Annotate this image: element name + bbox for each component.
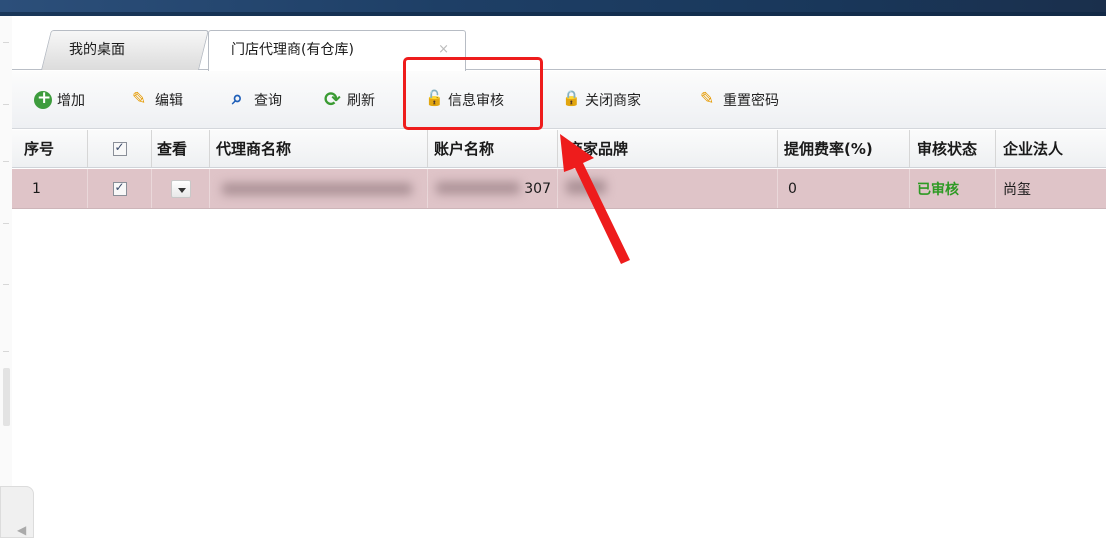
- search-button[interactable]: 查询: [231, 87, 282, 111]
- chevron-down-icon: [170, 179, 191, 198]
- window-title-bar: [0, 0, 1106, 16]
- select-all-checkbox[interactable]: [88, 130, 152, 167]
- col-agent-name: 代理商名称: [210, 130, 428, 167]
- col-audit-status: 审核状态: [910, 130, 996, 167]
- edit-button[interactable]: 编辑: [132, 89, 183, 111]
- annotation-highlight-box: [403, 57, 543, 130]
- checkbox: [112, 180, 127, 196]
- left-side-panel: ◀: [0, 16, 34, 538]
- tab-my-desktop[interactable]: 我的桌面: [41, 30, 209, 70]
- refresh-icon: [324, 87, 342, 111]
- col-brand: 商家品牌: [558, 130, 778, 167]
- add-button[interactable]: 增加: [34, 88, 85, 111]
- tab-label: 门店代理商(有仓库): [231, 42, 354, 58]
- checkbox: [112, 140, 127, 156]
- row-index: 1: [12, 169, 88, 208]
- pencil-icon: [700, 89, 718, 109]
- search-label: 查询: [254, 93, 282, 109]
- reset-password-label: 重置密码: [723, 93, 779, 109]
- add-label: 增加: [57, 93, 85, 109]
- redaction-blur: [436, 182, 520, 194]
- pencil-icon: [132, 89, 150, 109]
- chevron-left-icon: ◀: [17, 523, 27, 537]
- audit-status-cell: 已审核: [910, 169, 996, 208]
- legal-person-cell: 尚玺: [1003, 181, 1031, 198]
- search-icon: [231, 87, 249, 109]
- col-view: 查看: [152, 130, 210, 167]
- refresh-button[interactable]: 刷新: [324, 87, 375, 111]
- col-index: 序号: [12, 130, 88, 167]
- redaction-blur: [566, 180, 606, 194]
- close-merchant-button[interactable]: 关闭商家: [562, 89, 641, 111]
- plus-circle-icon: [34, 88, 52, 109]
- row-checkbox[interactable]: [88, 169, 152, 208]
- row-view-dropdown[interactable]: [152, 169, 210, 208]
- account-suffix: 307: [524, 180, 551, 197]
- reset-password-button[interactable]: 重置密码: [700, 89, 779, 111]
- toolbar: 增加 编辑 查询 刷新 信息审核 关闭商家 重置密码: [12, 71, 1106, 129]
- col-account-name: 账户名称: [428, 130, 558, 167]
- commission-rate-cell: 0: [778, 169, 910, 208]
- collapse-panel-button[interactable]: ◀: [0, 486, 34, 538]
- close-merchant-label: 关闭商家: [585, 93, 641, 109]
- col-legal-person: 企业法人: [1003, 140, 1064, 158]
- grid-header: 序号 查看 代理商名称 账户名称 商家品牌 提佣费率(%) 审核状态 企业法人: [12, 130, 1106, 168]
- tab-strip: 我的桌面 门店代理商(有仓库) ×: [12, 16, 1106, 71]
- edit-label: 编辑: [155, 93, 183, 109]
- refresh-label: 刷新: [347, 93, 375, 109]
- tab-label: 我的桌面: [69, 42, 125, 58]
- lock-icon: [562, 89, 581, 109]
- table-row[interactable]: 1 307 0 已审核 尚玺: [12, 169, 1106, 209]
- col-commission-rate: 提佣费率(%): [778, 130, 910, 167]
- redaction-blur: [222, 183, 412, 195]
- splitter-handle[interactable]: [3, 368, 10, 426]
